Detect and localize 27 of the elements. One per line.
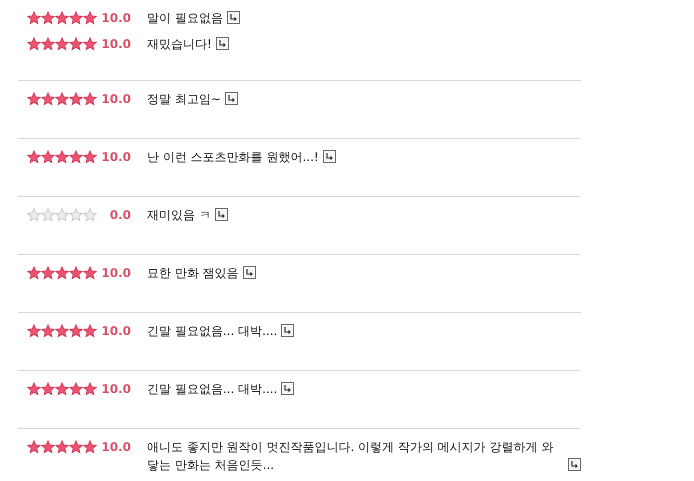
rating-score: 10.0	[100, 323, 131, 340]
review-comment: 말이 필요없음	[147, 10, 223, 27]
rating-score: 10.0	[100, 149, 131, 166]
reply-icon[interactable]	[568, 458, 581, 471]
review-comment: 재밌습니다!	[147, 36, 212, 53]
reply-icon[interactable]	[281, 382, 294, 395]
reply-icon[interactable]	[214, 208, 228, 221]
review-comment: 긴말 필요없음... 대박....	[147, 323, 278, 340]
reply-icon[interactable]	[281, 324, 294, 337]
reply-icon[interactable]	[224, 92, 238, 105]
review-comment: 난 이런 스포츠만화를 원했어...!	[147, 149, 319, 166]
reply-icon[interactable]	[242, 266, 256, 279]
review-comment: 정말 최고임~	[147, 91, 221, 108]
reply-icon[interactable]	[322, 150, 336, 163]
rating-score: 10.0	[100, 91, 131, 108]
rating-score: 0.0	[108, 207, 131, 224]
reply-icon[interactable]	[216, 37, 229, 50]
review-comment: 긴말 필요없음... 대박....	[147, 381, 278, 398]
rating-score: 10.0	[100, 439, 131, 456]
rating-score: 10.0	[100, 10, 131, 27]
reply-icon[interactable]	[226, 11, 240, 24]
rating-score: 10.0	[100, 381, 131, 398]
review-comment: 재미있음 ㅋ	[147, 207, 211, 224]
rating-score: 10.0	[100, 265, 131, 282]
review-comment: 애니도 좋지만 원작이 멋진작품입니다. 이렇게 작가의 메시지가 강렬하게 와닿는 만화는 처음인듯...	[147, 439, 554, 474]
rating-score: 10.0	[100, 36, 131, 53]
review-comment: 묘한 만화 잼있음	[147, 265, 239, 282]
